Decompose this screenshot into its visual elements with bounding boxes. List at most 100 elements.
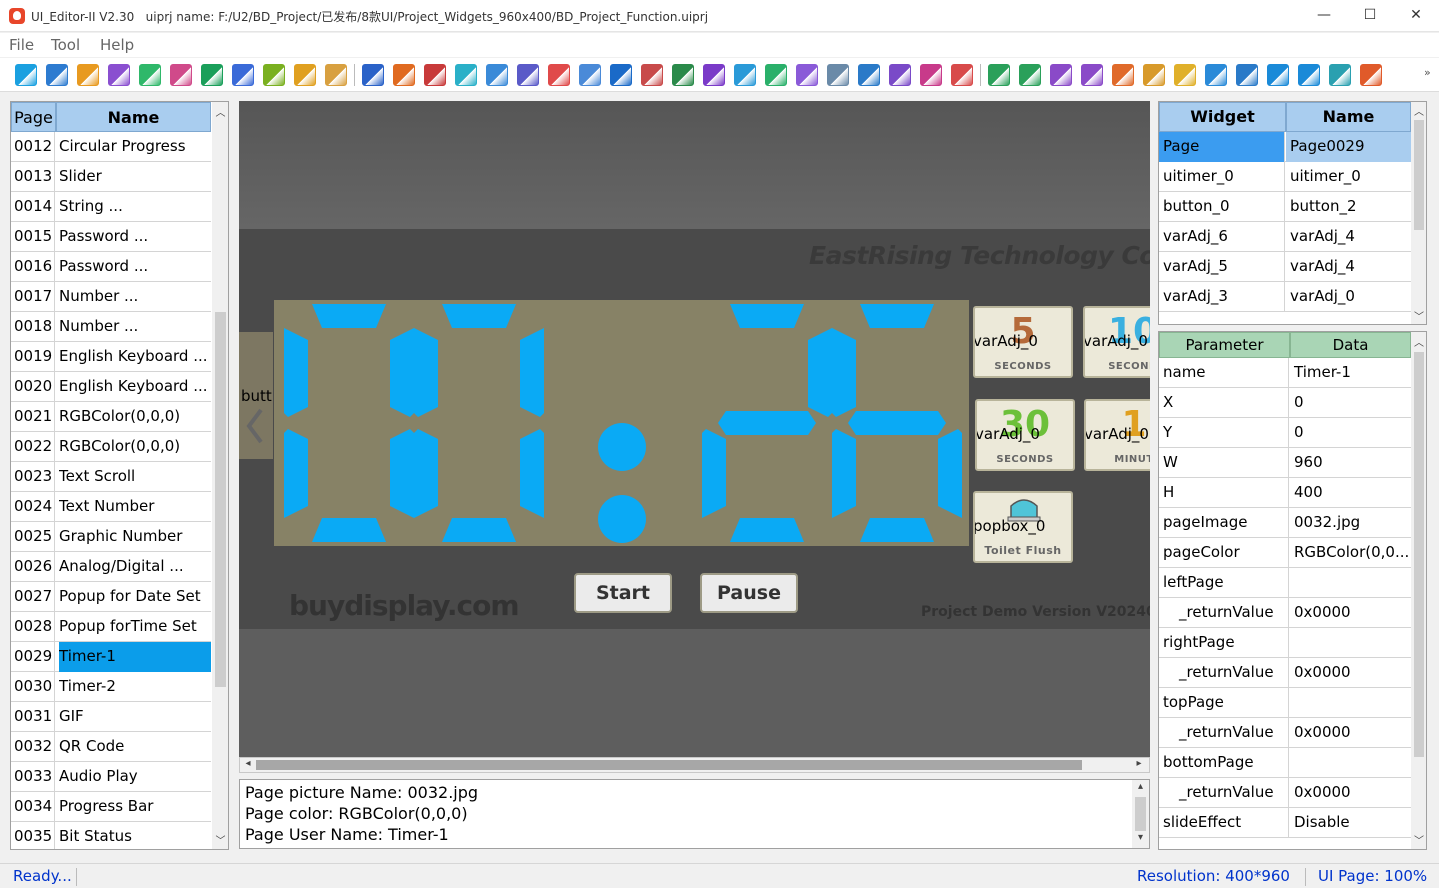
scroll-up-icon[interactable]: ▴ bbox=[1132, 781, 1149, 792]
property-row[interactable]: _returnValue 0x0000 bbox=[1159, 778, 1411, 808]
same-height-icon[interactable] bbox=[1236, 64, 1258, 86]
pages-scroll-thumb[interactable] bbox=[215, 312, 226, 687]
chart-icon[interactable] bbox=[827, 64, 849, 86]
property-value[interactable]: Disable bbox=[1290, 808, 1411, 838]
zoom-out-icon[interactable] bbox=[1298, 64, 1320, 86]
distribute-h-icon[interactable] bbox=[1112, 64, 1134, 86]
property-value[interactable]: 0 bbox=[1290, 418, 1411, 448]
page-info-box[interactable]: Page picture Name: 0032.jpg Page color: … bbox=[239, 779, 1150, 849]
pages-col-page-header[interactable]: Page bbox=[11, 102, 56, 132]
props-col-param-header[interactable]: Parameter bbox=[1159, 332, 1290, 358]
string-icon[interactable] bbox=[362, 64, 384, 86]
property-row[interactable]: _returnValue 0x0000 bbox=[1159, 598, 1411, 628]
property-value[interactable] bbox=[1290, 568, 1411, 598]
page-list-row[interactable]: 0015 Password ... bbox=[11, 222, 211, 252]
page-list-row[interactable]: 0035 Bit Status bbox=[11, 822, 211, 849]
property-value[interactable]: 0x0000 bbox=[1290, 718, 1411, 748]
property-value[interactable]: 0x0000 bbox=[1290, 598, 1411, 628]
page-list-row[interactable]: 0033 Audio Play bbox=[11, 762, 211, 792]
page-list-row[interactable]: 0026 Analog/Digital ... bbox=[11, 552, 211, 582]
property-row[interactable]: _returnValue 0x0000 bbox=[1159, 718, 1411, 748]
page-list-row[interactable]: 0034 Progress Bar bbox=[11, 792, 211, 822]
page-list-row[interactable]: 0021 RGBColor(0,0,0) bbox=[11, 402, 211, 432]
canvas-scroll-thumb[interactable] bbox=[256, 760, 1082, 770]
property-row[interactable]: slideEffect Disable bbox=[1159, 808, 1411, 838]
save-project-icon[interactable] bbox=[46, 64, 68, 86]
property-value[interactable] bbox=[1290, 748, 1411, 778]
gauge-icon[interactable] bbox=[889, 64, 911, 86]
widget-list-row[interactable]: Page Page0029 bbox=[1159, 132, 1411, 162]
property-row[interactable]: name Timer-1 bbox=[1159, 358, 1411, 388]
minimize-button[interactable]: — bbox=[1301, 0, 1347, 32]
zoom-in-icon[interactable] bbox=[1267, 64, 1289, 86]
center-icon[interactable] bbox=[1174, 64, 1196, 86]
property-value[interactable]: RGBColor(0,0... bbox=[1290, 538, 1411, 568]
scroll-right-icon[interactable]: ▸ bbox=[1133, 758, 1145, 769]
properties-scroll-thumb[interactable] bbox=[1414, 352, 1424, 757]
property-row[interactable]: Y0 bbox=[1159, 418, 1411, 448]
page-list-row[interactable]: 0020 English Keyboard ... bbox=[11, 372, 211, 402]
page-list-row[interactable]: 0028 Popup forTime Set bbox=[11, 612, 211, 642]
text-kbk-icon[interactable] bbox=[325, 64, 347, 86]
palette-icon[interactable] bbox=[170, 64, 192, 86]
list-icon[interactable] bbox=[672, 64, 694, 86]
widget-list-row[interactable]: varAdj_5 varAdj_4 bbox=[1159, 252, 1411, 282]
align-bottom-icon[interactable] bbox=[1019, 64, 1041, 86]
page-list-row[interactable]: 0016 Password ... bbox=[11, 252, 211, 282]
property-row[interactable]: bottomPage bbox=[1159, 748, 1411, 778]
preset-30-seconds-tile[interactable]: 30 SECONDS varAdj_0 bbox=[975, 399, 1075, 471]
page-list-row[interactable]: 0012 Circular Progress bbox=[11, 132, 211, 162]
scroll-down-icon[interactable]: ▾ bbox=[1132, 832, 1149, 843]
slider-icon[interactable] bbox=[765, 64, 787, 86]
widgets-col-name-header[interactable]: Name bbox=[1286, 102, 1411, 132]
page-list-row[interactable]: 0032 QR Code bbox=[11, 732, 211, 762]
property-value[interactable]: 0x0000 bbox=[1290, 658, 1411, 688]
property-row[interactable]: topPage bbox=[1159, 688, 1411, 718]
menu-help[interactable]: Help bbox=[100, 36, 134, 54]
align-right-icon[interactable] bbox=[1081, 64, 1103, 86]
property-row[interactable]: pageColor RGBColor(0,0... bbox=[1159, 538, 1411, 568]
scroll-left-icon[interactable]: ◂ bbox=[242, 758, 254, 769]
widget-list-row[interactable]: varAdj_6 varAdj_4 bbox=[1159, 222, 1411, 252]
property-row[interactable]: X0 bbox=[1159, 388, 1411, 418]
property-value[interactable] bbox=[1290, 688, 1411, 718]
menu-tool[interactable]: Tool bbox=[51, 36, 80, 54]
alarm-icon[interactable] bbox=[548, 64, 570, 86]
property-value[interactable]: 0 bbox=[1290, 388, 1411, 418]
scroll-down-icon[interactable]: ﹀ bbox=[1411, 308, 1426, 323]
fit-icon[interactable] bbox=[1329, 64, 1351, 86]
number-icon[interactable] bbox=[424, 64, 446, 86]
page-list-row[interactable]: 0024 Text Number bbox=[11, 492, 211, 522]
widgets-col-widget-header[interactable]: Widget bbox=[1159, 102, 1286, 132]
video-icon[interactable] bbox=[920, 64, 942, 86]
popup-icon[interactable] bbox=[796, 64, 818, 86]
touch-icon[interactable] bbox=[858, 64, 880, 86]
open-project-icon[interactable] bbox=[15, 64, 37, 86]
scroll-up-icon[interactable]: ︿ bbox=[1411, 103, 1426, 118]
widget-list-row[interactable]: button_0 button_2 bbox=[1159, 192, 1411, 222]
settings-icon[interactable] bbox=[201, 64, 223, 86]
bit-icon[interactable] bbox=[734, 64, 756, 86]
grid-icon[interactable] bbox=[1360, 64, 1382, 86]
scroll-up-icon[interactable]: ︿ bbox=[212, 104, 228, 119]
record-icon[interactable] bbox=[951, 64, 973, 86]
page-list-row[interactable]: 0029 Timer-1 bbox=[11, 642, 211, 672]
property-row[interactable]: W 960 bbox=[1159, 448, 1411, 478]
progress-icon[interactable] bbox=[703, 64, 725, 86]
text-en-icon[interactable] bbox=[263, 64, 285, 86]
pause-button[interactable]: Pause bbox=[700, 573, 798, 613]
info-scroll-thumb[interactable] bbox=[1135, 797, 1146, 831]
pages-col-name-header[interactable]: Name bbox=[56, 102, 211, 132]
align-top-icon[interactable] bbox=[988, 64, 1010, 86]
property-value[interactable] bbox=[1290, 628, 1411, 658]
popbox-widget[interactable]: Toilet Flush popbox_0 bbox=[973, 491, 1073, 563]
scroll-up-icon[interactable]: ︿ bbox=[1411, 334, 1426, 349]
canvas-horizontal-scrollbar[interactable]: ◂ ▸ bbox=[239, 757, 1150, 773]
page-list-row[interactable]: 0017 Number ... bbox=[11, 282, 211, 312]
widgets-scrollbar[interactable]: ︿ ﹀ bbox=[1411, 102, 1426, 324]
digital-clock-icon[interactable] bbox=[517, 64, 539, 86]
preset-5-seconds-tile[interactable]: 5 SECONDS varAdj_0 bbox=[973, 306, 1073, 378]
properties-scrollbar[interactable]: ︿ ﹀ bbox=[1411, 332, 1426, 849]
maximize-button[interactable]: ☐ bbox=[1347, 0, 1393, 32]
page-list-row[interactable]: 0018 Number ... bbox=[11, 312, 211, 342]
